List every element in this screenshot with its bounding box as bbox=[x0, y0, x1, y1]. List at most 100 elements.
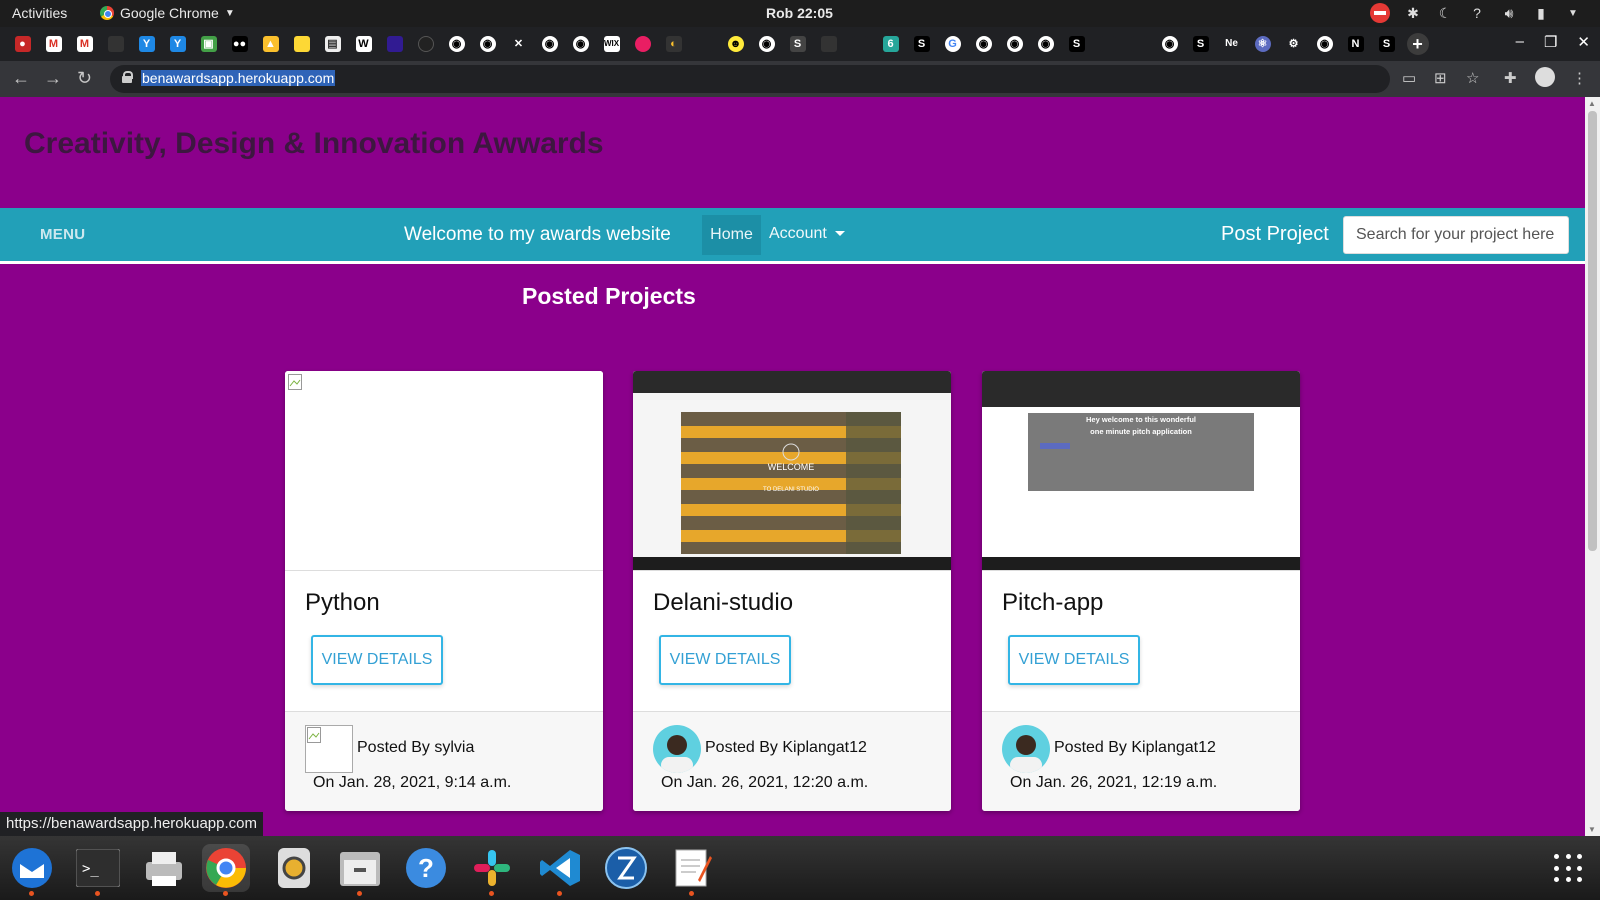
minimize-icon[interactable]: – bbox=[1516, 33, 1524, 51]
address-bar[interactable]: benawardsapp.herokuapp.com bbox=[110, 65, 1390, 93]
close-icon[interactable]: ✕ bbox=[1577, 33, 1590, 51]
chrome-dock-icon[interactable] bbox=[202, 844, 250, 896]
tab-favicon[interactable]: 6 bbox=[878, 33, 903, 55]
tab-favicon[interactable]: S bbox=[1188, 33, 1213, 55]
tab-favicon[interactable]: ● bbox=[10, 33, 35, 55]
tab-favicon[interactable] bbox=[382, 33, 407, 55]
help-icon[interactable]: ? bbox=[1468, 4, 1486, 22]
view-details-button[interactable]: VIEW DETAILS bbox=[1008, 635, 1140, 685]
tab-favicon[interactable]: Y bbox=[134, 33, 159, 55]
night-light-icon[interactable]: ☾ bbox=[1436, 4, 1454, 22]
thunderbird-icon[interactable] bbox=[8, 844, 56, 896]
tab-favicon[interactable] bbox=[1095, 33, 1120, 55]
tab-favicon[interactable]: N bbox=[1343, 33, 1368, 55]
tab-favicon[interactable]: M bbox=[72, 33, 97, 55]
apps-icon[interactable]: ⊞ bbox=[1434, 69, 1447, 87]
tab-favicon[interactable]: G bbox=[940, 33, 965, 55]
url-text[interactable]: benawardsapp.herokuapp.com bbox=[141, 70, 336, 86]
chrome-menu-icon[interactable]: ⋮ bbox=[1572, 69, 1587, 87]
bookmark-star-icon[interactable]: ☆ bbox=[1466, 69, 1479, 87]
activities-button[interactable]: Activities bbox=[12, 5, 67, 21]
vscode-icon[interactable] bbox=[536, 844, 584, 896]
tab-favicon[interactable]: ◉ bbox=[1002, 33, 1027, 55]
lock-icon[interactable] bbox=[122, 71, 133, 83]
search-input[interactable] bbox=[1343, 216, 1569, 254]
extensions-icon[interactable]: ✚ bbox=[1504, 69, 1517, 87]
tab-favicon[interactable]: ◉ bbox=[971, 33, 996, 55]
tab-favicon[interactable] bbox=[1126, 33, 1151, 55]
tab-favicon[interactable]: ☻ bbox=[723, 33, 748, 55]
volume-icon[interactable]: 🔊︎ bbox=[1500, 4, 1518, 22]
tab-favicon[interactable]: ◉ bbox=[537, 33, 562, 55]
view-details-button[interactable]: VIEW DETAILS bbox=[311, 635, 443, 685]
tab-favicon[interactable] bbox=[630, 33, 655, 55]
help-dock-icon[interactable]: ? bbox=[402, 844, 450, 892]
tab-favicon[interactable]: S bbox=[785, 33, 810, 55]
tab-favicon[interactable]: ◉ bbox=[475, 33, 500, 55]
tab-favicon[interactable]: M bbox=[41, 33, 66, 55]
tab-favicon[interactable]: S bbox=[1374, 33, 1399, 55]
page-scrollbar[interactable]: ▲ ▼ bbox=[1585, 97, 1600, 836]
view-details-button[interactable]: VIEW DETAILS bbox=[659, 635, 791, 685]
restore-icon[interactable]: ❐ bbox=[1544, 33, 1557, 51]
tab-close-icon[interactable]: ✕ bbox=[506, 33, 531, 55]
profile-avatar[interactable] bbox=[1535, 67, 1555, 87]
tab-favicon[interactable] bbox=[816, 33, 841, 55]
project-thumbnail[interactable]: Hey welcome to this wonderful one minute… bbox=[982, 371, 1300, 571]
text-editor-icon[interactable] bbox=[668, 844, 716, 896]
slack-icon[interactable] bbox=[468, 844, 516, 896]
scroll-up-icon[interactable]: ▲ bbox=[1588, 99, 1596, 108]
tab-favicon[interactable] bbox=[103, 33, 128, 55]
nav-home-link[interactable]: Home bbox=[702, 215, 761, 255]
tab-favicon[interactable]: ⚙ bbox=[1281, 33, 1306, 55]
menu-toggle[interactable]: MENU bbox=[40, 226, 85, 243]
terminal-icon[interactable]: >_ bbox=[74, 844, 122, 896]
scroll-down-icon[interactable]: ▼ bbox=[1588, 825, 1596, 834]
rhythmbox-icon[interactable] bbox=[270, 844, 318, 892]
tab-favicon[interactable]: W bbox=[351, 33, 376, 55]
tab-favicon[interactable]: ▤ bbox=[320, 33, 345, 55]
tab-favicon[interactable] bbox=[289, 33, 314, 55]
show-applications-icon[interactable] bbox=[1554, 854, 1584, 884]
tab-favicon[interactable]: ◉ bbox=[568, 33, 593, 55]
system-tray[interactable]: ✱ ☾ ? 🔊︎ ▮ ▼ bbox=[1370, 3, 1582, 23]
tab-favicon[interactable]: Ne bbox=[1219, 33, 1244, 55]
back-icon[interactable]: ← bbox=[12, 68, 30, 89]
tab-favicon[interactable]: Y bbox=[165, 33, 190, 55]
scrollbar-thumb[interactable] bbox=[1588, 111, 1597, 551]
files-icon[interactable] bbox=[336, 844, 384, 896]
reload-icon[interactable]: ↻ bbox=[77, 68, 92, 89]
project-thumbnail-broken[interactable] bbox=[285, 371, 603, 571]
battery-icon[interactable]: ▮ bbox=[1532, 4, 1550, 22]
tab-favicon[interactable]: ⚛ bbox=[1250, 33, 1275, 55]
tab-favicon[interactable]: ◉ bbox=[1157, 33, 1182, 55]
clock[interactable]: Rob 22:05 bbox=[766, 5, 833, 21]
tab-favicon[interactable]: S bbox=[909, 33, 934, 55]
tab-favicon[interactable]: WIX bbox=[599, 33, 624, 55]
nav-account-dropdown[interactable]: Account bbox=[769, 225, 845, 243]
tab-favicon[interactable]: ◐ bbox=[661, 33, 686, 55]
no-entry-icon[interactable] bbox=[1370, 3, 1390, 23]
tab-favicon[interactable]: ◉ bbox=[754, 33, 779, 55]
tab-favicon[interactable]: ●● bbox=[227, 33, 252, 55]
tab-favicon[interactable]: ▲ bbox=[258, 33, 283, 55]
tab-favicon[interactable]: ◉ bbox=[444, 33, 469, 55]
tab-favicon[interactable]: S bbox=[1064, 33, 1089, 55]
tab-favicon[interactable]: ▣ bbox=[196, 33, 221, 55]
forward-icon[interactable]: → bbox=[44, 68, 62, 89]
printer-icon[interactable] bbox=[140, 844, 188, 892]
chevron-down-icon[interactable]: ▼ bbox=[1564, 4, 1582, 22]
app-menu[interactable]: Google Chrome ▼ bbox=[100, 5, 235, 21]
tab-favicon[interactable] bbox=[413, 33, 438, 55]
zettlr-icon[interactable] bbox=[602, 844, 650, 892]
tab-favicon[interactable]: ◉ bbox=[1033, 33, 1058, 55]
slack-tray-icon[interactable]: ✱ bbox=[1404, 4, 1422, 22]
post-project-link[interactable]: Post Project bbox=[1221, 223, 1329, 246]
tab-favicon[interactable] bbox=[847, 33, 872, 55]
cast-icon[interactable]: ▭ bbox=[1402, 69, 1416, 87]
tab-favicon[interactable] bbox=[692, 33, 717, 55]
tab-favicon[interactable]: ◉ bbox=[1312, 33, 1337, 55]
navbar-brand[interactable]: Welcome to my awards website bbox=[404, 224, 671, 246]
project-thumbnail[interactable]: WELCOME TO DELANI STUDIO bbox=[633, 371, 951, 571]
new-tab-button[interactable]: + bbox=[1405, 33, 1430, 55]
